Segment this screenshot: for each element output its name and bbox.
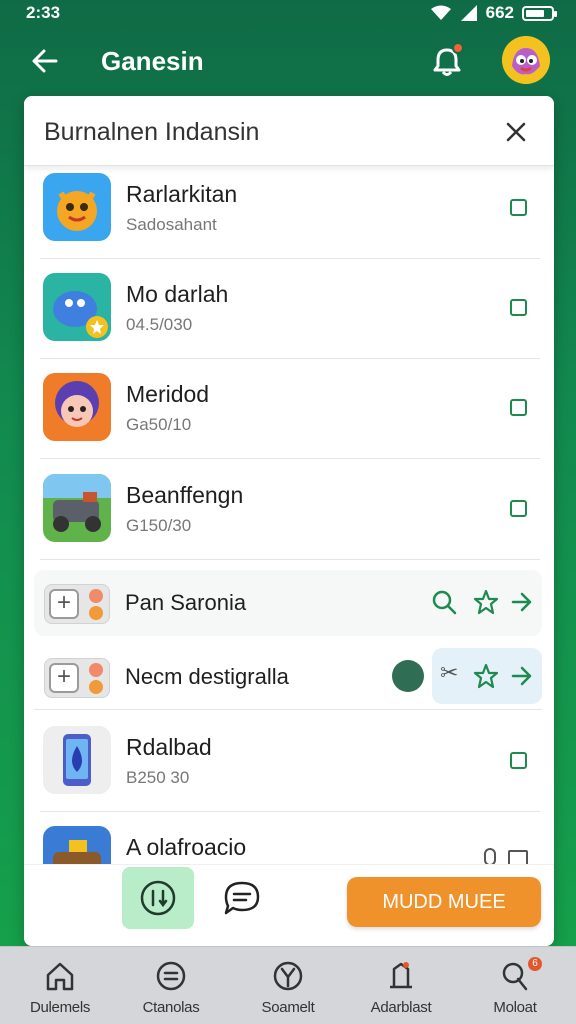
status-bar: 2:33 662 <box>0 0 576 26</box>
status-time: 2:33 <box>26 3 61 22</box>
item-title: Mo darlah <box>126 281 229 307</box>
avatar-character-icon <box>502 36 550 84</box>
wifi-icon <box>430 5 451 20</box>
nav-label: Soamelt <box>261 999 315 1016</box>
game-app-icon <box>43 173 111 241</box>
toggle-row[interactable]: + Necm destigralla ✂ <box>34 644 542 710</box>
list-item[interactable]: Mo darlah 04.5/030 <box>40 259 540 359</box>
toggle-row[interactable]: + Pan Saronia <box>34 570 542 636</box>
phone-app-icon <box>43 726 111 794</box>
nav-badge: 6 <box>528 957 542 971</box>
item-checkbox[interactable] <box>510 299 527 316</box>
battery-percent: 662 <box>485 3 514 22</box>
arrow-right-icon[interactable] <box>508 588 536 616</box>
drag-handle[interactable] <box>392 660 424 692</box>
chat-bubble-icon <box>224 881 260 915</box>
status-indicators: 662 <box>430 3 557 23</box>
status-dot <box>89 589 103 603</box>
close-icon[interactable] <box>498 114 534 150</box>
battery-icon <box>522 5 557 21</box>
pin-icon <box>502 962 528 991</box>
star-icon[interactable] <box>472 588 500 616</box>
status-dot <box>89 606 103 620</box>
primary-action-button[interactable]: MUDD MUEE <box>347 877 541 927</box>
list-item[interactable]: Rarlarkitan Sadosahant <box>40 159 540 259</box>
item-subtitle: 04.5/030 <box>126 315 193 334</box>
item-subtitle: Sadosahant <box>126 215 217 234</box>
sheet-title: Burnalnen Indansin <box>44 118 260 146</box>
share-circle-icon <box>140 880 176 916</box>
item-title: Beanffengn <box>126 482 244 508</box>
chat-button[interactable] <box>220 877 264 921</box>
app-bar: Ganesin <box>0 30 576 92</box>
nav-item-moloat[interactable]: 6 Moloat <box>460 955 570 1021</box>
star-icon[interactable] <box>472 662 500 690</box>
home-icon <box>46 962 74 991</box>
game-app-icon <box>43 373 111 441</box>
nav-label: Ctanolas <box>142 999 200 1016</box>
toggle-row-label: Pan Saronia <box>125 590 247 615</box>
item-title: Rdalbad <box>126 734 212 760</box>
nav-item-ctanolas[interactable]: Ctanolas <box>116 955 226 1021</box>
item-subtitle: B250 30 <box>126 768 190 787</box>
nav-label: Dulemels <box>29 999 91 1016</box>
list-item[interactable]: Beanffengn G150/30 <box>40 460 540 560</box>
nav-item-adarblast[interactable]: Adarblast <box>346 955 456 1021</box>
avatar[interactable] <box>502 36 550 84</box>
share-button[interactable] <box>122 867 194 929</box>
add-toggle[interactable]: + <box>44 584 110 624</box>
notifications-button[interactable] <box>428 42 466 80</box>
list-item[interactable]: Meridod Ga50/10 <box>40 359 540 459</box>
game-app-icon <box>43 273 111 341</box>
item-subtitle: Ga50/10 <box>126 415 192 434</box>
status-dot <box>89 680 103 694</box>
y-circle-icon <box>273 961 303 991</box>
nav-label: Moloat <box>493 999 537 1016</box>
notification-dot <box>452 42 464 54</box>
item-checkbox[interactable] <box>510 500 527 517</box>
nav-item-home[interactable]: Dulemels <box>5 955 115 1021</box>
item-title: Meridod <box>126 381 210 407</box>
tag-icon <box>390 962 412 989</box>
back-arrow-icon[interactable] <box>28 44 62 78</box>
plus-icon: + <box>49 663 79 693</box>
action-bar: MUDD MUEE <box>24 864 554 946</box>
bottom-nav: Dulemels Ctanolas Soamelt Adarblast 6 Mo… <box>0 946 576 1024</box>
signal-icon <box>460 5 477 21</box>
item-title: A olafroacio <box>126 834 247 860</box>
add-toggle[interactable]: + <box>44 658 110 698</box>
nav-item-soamelt[interactable]: Soamelt <box>233 955 343 1021</box>
nav-label: Adarblast <box>370 999 432 1016</box>
game-app-icon <box>43 474 111 542</box>
plus-icon: + <box>49 589 79 619</box>
cut-icon[interactable]: ✂ <box>440 660 458 686</box>
page-title: Ganesin <box>101 46 204 76</box>
item-checkbox[interactable] <box>510 399 527 416</box>
toggle-row-label: Necm destigralla <box>125 664 289 689</box>
game-list-sheet: Burnalnen Indansin Rarlarkitan Sadosahan… <box>24 96 554 946</box>
search-icon[interactable] <box>430 588 458 616</box>
item-checkbox[interactable] <box>510 199 527 216</box>
equal-circle-icon <box>156 961 186 991</box>
item-subtitle: G150/30 <box>126 516 192 535</box>
sheet-header: Burnalnen Indansin <box>24 96 554 166</box>
status-dot <box>89 663 103 677</box>
list-item[interactable]: Rdalbad B250 30 <box>40 712 540 812</box>
arrow-right-icon[interactable] <box>508 662 536 690</box>
item-title: Rarlarkitan <box>126 181 238 207</box>
item-checkbox[interactable] <box>510 752 527 769</box>
